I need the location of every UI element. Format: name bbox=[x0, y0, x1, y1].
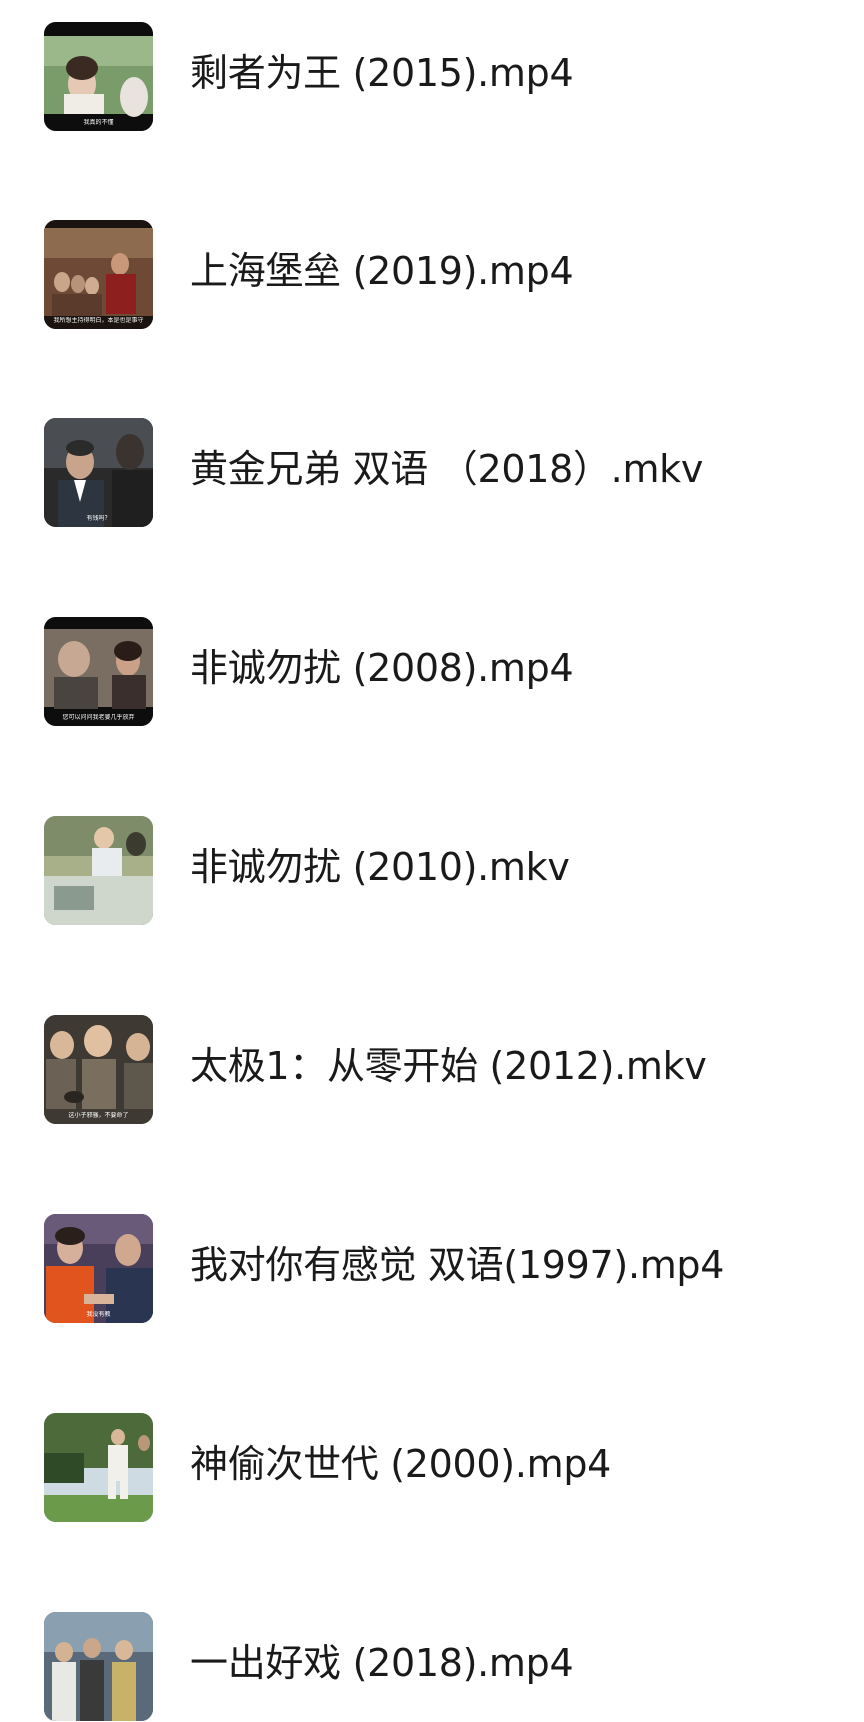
video-subtitle: 我真的不懂 bbox=[83, 119, 114, 126]
video-thumbnail-icon: 有钱吗？ bbox=[44, 418, 153, 527]
video-subtitle: 这小子邪骚，不要命了 bbox=[68, 1112, 129, 1119]
file-name: 上海堡垒 (2019).mp4 bbox=[190, 249, 574, 293]
file-row[interactable]: 非诚勿扰 (2010).mkv bbox=[0, 816, 864, 926]
video-thumbnail-icon bbox=[44, 1612, 153, 1721]
file-name: 非诚勿扰 (2008).mp4 bbox=[190, 646, 574, 690]
video-subtitle: 有钱吗？ bbox=[86, 515, 111, 522]
video-thumbnail-icon bbox=[44, 1413, 153, 1522]
file-row[interactable]: 我没有教 我对你有感觉 双语(1997).mp4 bbox=[0, 1214, 864, 1324]
file-name: 非诚勿扰 (2010).mkv bbox=[190, 845, 570, 889]
file-row[interactable]: 我所想主持得明白，本是也是事守 上海堡垒 (2019).mp4 bbox=[0, 220, 864, 330]
file-row[interactable]: 这小子邪骚，不要命了 太极1：从零开始 (2012).mkv bbox=[0, 1015, 864, 1125]
video-thumbnail-icon: 我所想主持得明白，本是也是事守 bbox=[44, 220, 153, 329]
file-name: 黄金兄弟 双语 （2018）.mkv bbox=[190, 447, 704, 491]
file-name: 一出好戏 (2018).mp4 bbox=[190, 1641, 574, 1685]
file-row[interactable]: 您可以问问我老婆几乎放弃 非诚勿扰 (2008).mp4 bbox=[0, 617, 864, 727]
video-subtitle: 我没有教 bbox=[86, 1311, 111, 1318]
video-thumbnail-icon: 您可以问问我老婆几乎放弃 bbox=[44, 617, 153, 726]
video-subtitle: 您可以问问我老婆几乎放弃 bbox=[62, 714, 135, 721]
video-thumbnail-icon: 我真的不懂 bbox=[44, 22, 153, 131]
file-row[interactable]: 我真的不懂 剩者为王 (2015).mp4 bbox=[0, 22, 864, 132]
file-name: 剩者为王 (2015).mp4 bbox=[190, 51, 574, 95]
file-name: 我对你有感觉 双语(1997).mp4 bbox=[190, 1243, 725, 1287]
video-thumbnail-icon bbox=[44, 816, 153, 925]
file-name: 太极1：从零开始 (2012).mkv bbox=[190, 1044, 707, 1088]
video-subtitle: 我所想主持得明白，本是也是事守 bbox=[53, 317, 144, 324]
video-thumbnail-icon: 我没有教 bbox=[44, 1214, 153, 1323]
file-row[interactable]: 一出好戏 (2018).mp4 bbox=[0, 1612, 864, 1722]
file-row[interactable]: 神偷次世代 (2000).mp4 bbox=[0, 1413, 864, 1523]
file-list: 我真的不懂 剩者为王 (2015).mp4 我所想主持得明白，本是也是事守 上海… bbox=[0, 0, 864, 1721]
file-row[interactable]: 有钱吗？ 黄金兄弟 双语 （2018）.mkv bbox=[0, 418, 864, 528]
file-name: 神偷次世代 (2000).mp4 bbox=[190, 1442, 612, 1486]
video-thumbnail-icon: 这小子邪骚，不要命了 bbox=[44, 1015, 153, 1124]
